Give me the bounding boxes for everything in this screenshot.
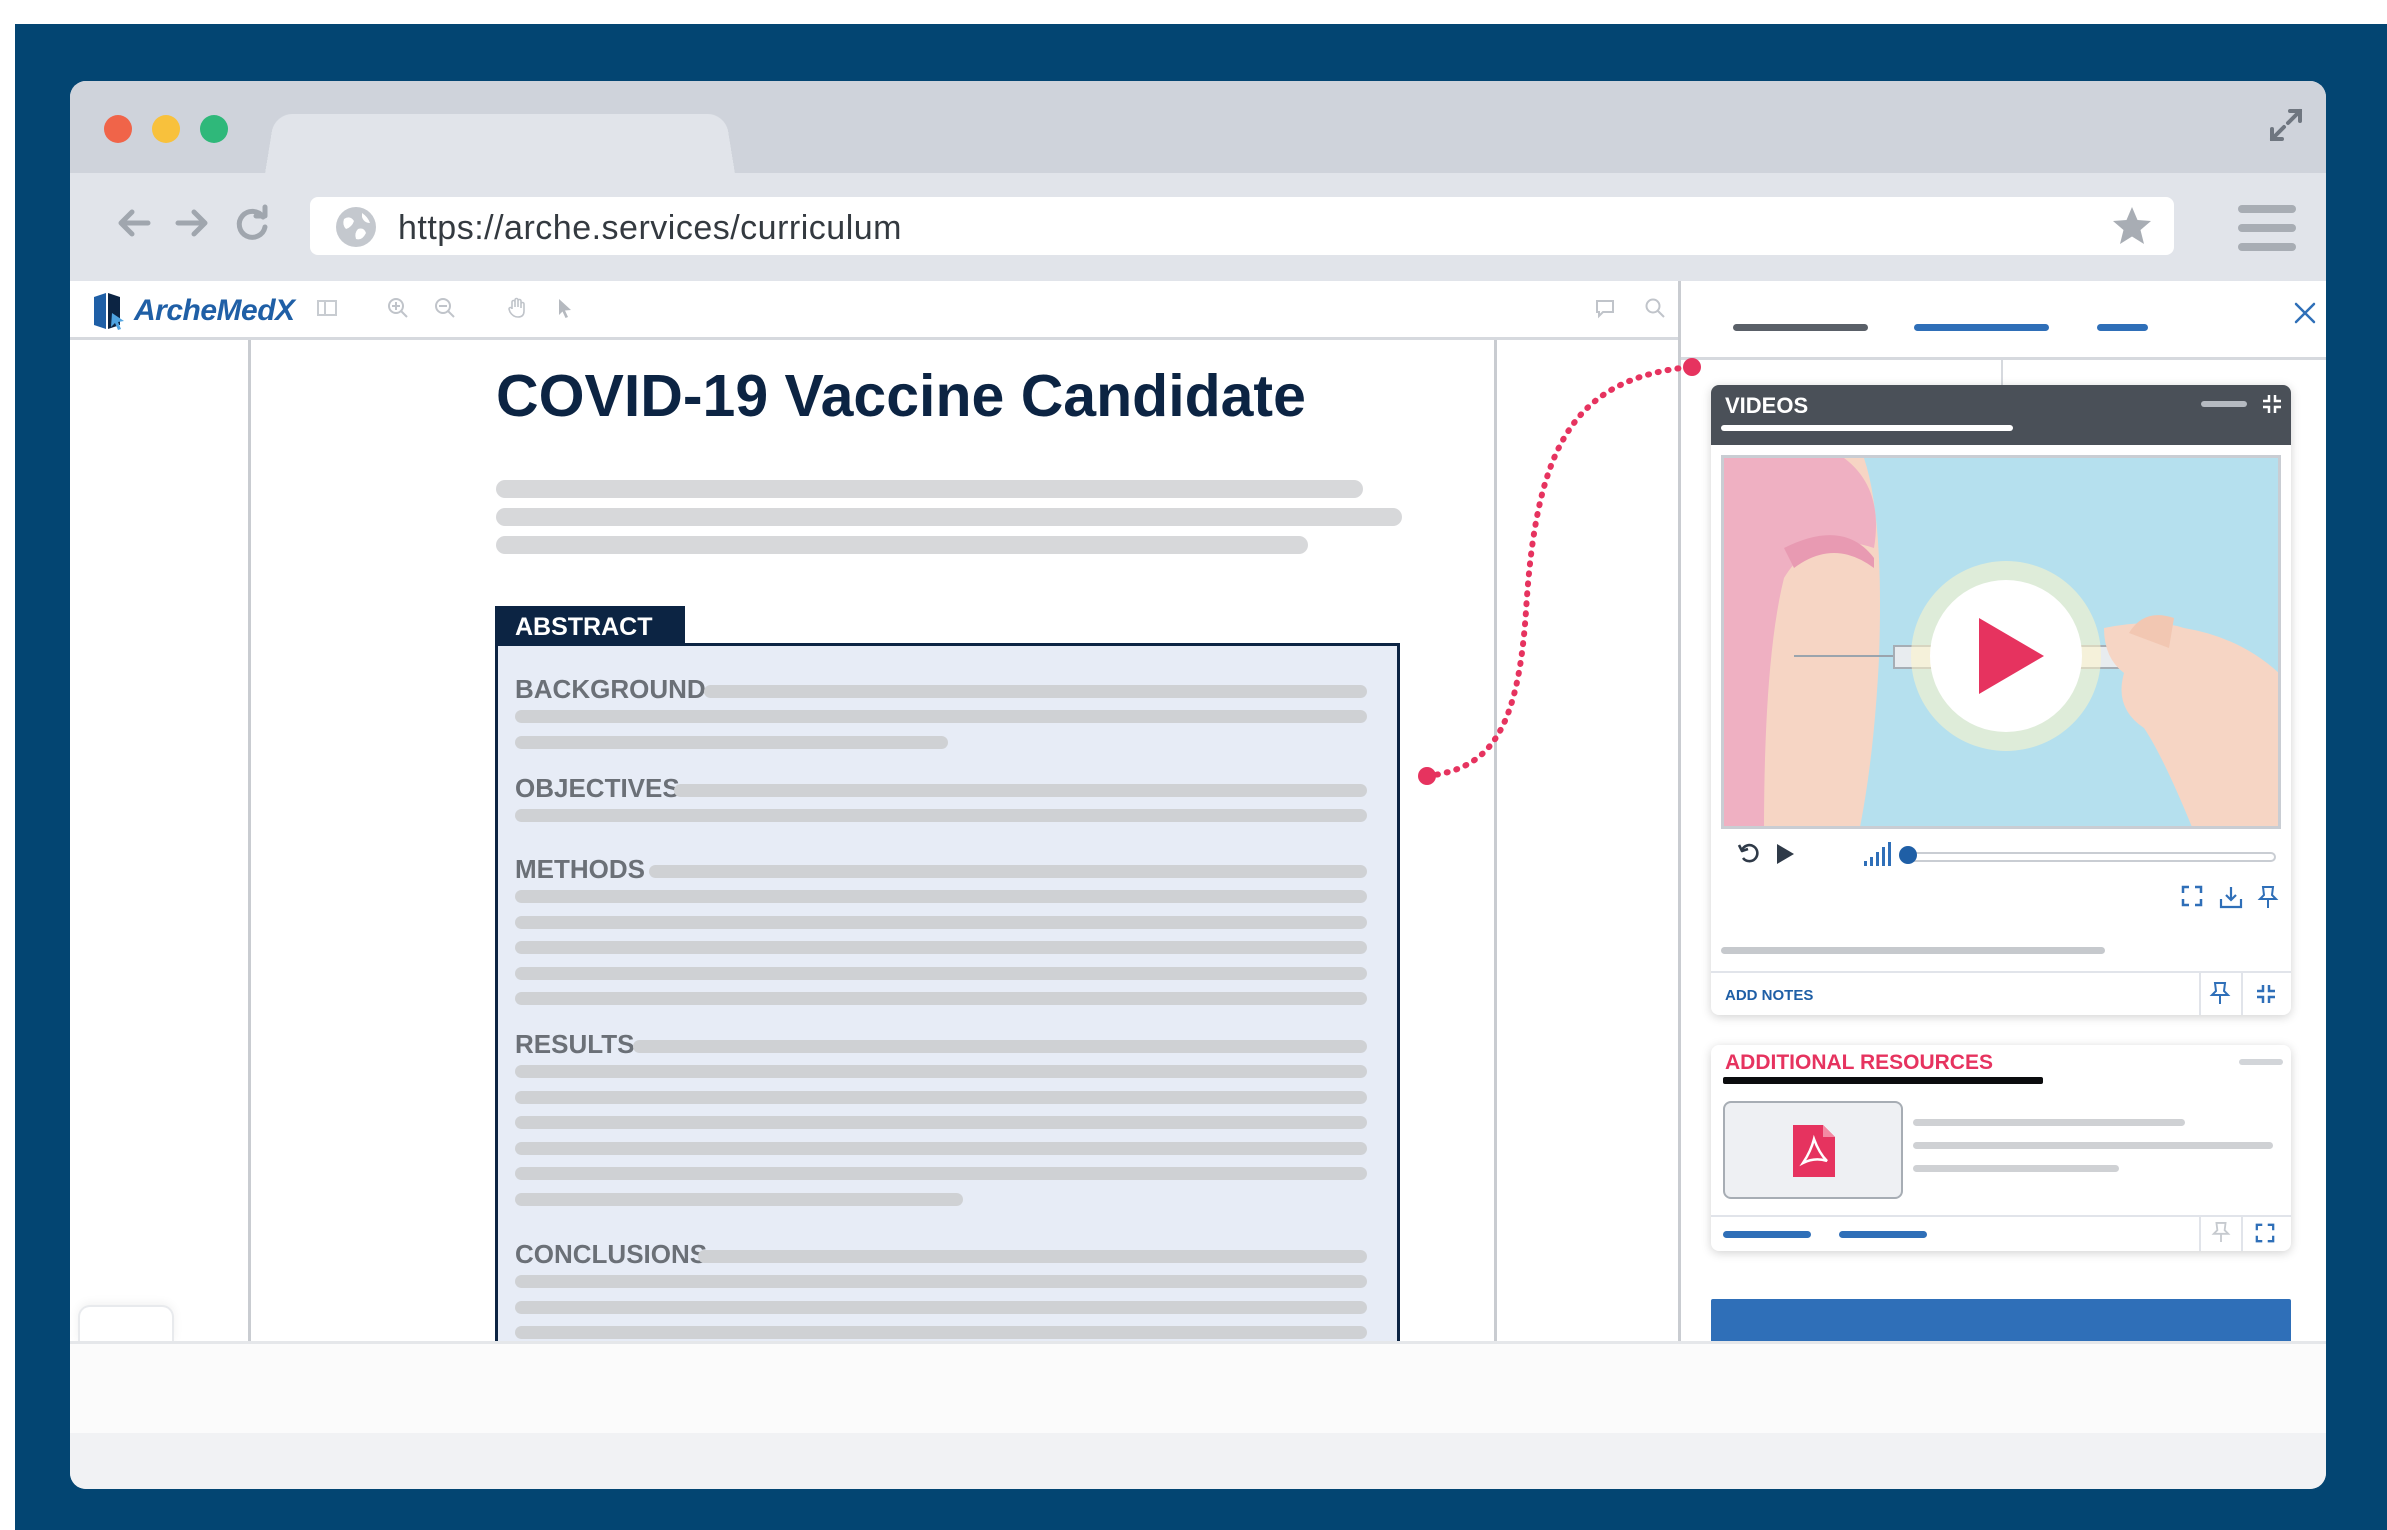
address-bar[interactable]: https://arche.services/curriculum: [310, 197, 2174, 255]
status-bar: [70, 1433, 2326, 1489]
fullscreen-icon[interactable]: [2268, 107, 2304, 143]
forward-arrow-icon[interactable]: [172, 203, 212, 243]
app-content: ArcheMedX COVID-19 Vaccine Candidate ABS…: [70, 281, 2326, 1343]
url-text[interactable]: https://arche.services/curriculum: [398, 209, 902, 248]
browser-tab[interactable]: [265, 113, 735, 174]
reload-icon[interactable]: [232, 203, 272, 243]
bookmark-star-icon[interactable]: [2110, 204, 2154, 248]
maximize-window-button[interactable]: [200, 115, 228, 143]
browser-titlebar: [70, 81, 2326, 174]
minimize-window-button[interactable]: [152, 115, 180, 143]
close-window-button[interactable]: [104, 115, 132, 143]
connector-line: [1418, 358, 1701, 785]
hamburger-menu-icon[interactable]: [2238, 203, 2296, 253]
footer-panel: [70, 1341, 2326, 1436]
window-footer: [70, 1341, 2326, 1489]
page-tab[interactable]: [78, 1305, 174, 1343]
globe-icon: [336, 207, 376, 247]
back-arrow-icon[interactable]: [114, 203, 154, 243]
browser-navbar: https://arche.services/curriculum: [70, 173, 2326, 281]
browser-window: https://arche.services/curriculum ArcheM…: [70, 81, 2326, 1489]
